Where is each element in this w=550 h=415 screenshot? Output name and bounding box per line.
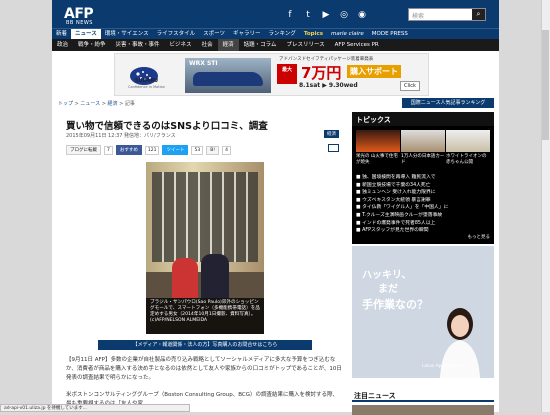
nav-item-new[interactable]: 新着 [52, 29, 71, 39]
subnav-item-society[interactable]: 社会 [197, 39, 218, 51]
rss-icon[interactable]: ◉ [356, 9, 368, 21]
site-header: AFP BB NEWS f t ▶ ◎ ◉ 検索 ⌕ [52, 0, 499, 28]
nav-item-mode-press[interactable]: MODE PRESS [368, 29, 412, 39]
ad-car-image: WRX STI [185, 58, 271, 93]
page: AFP BB NEWS f t ▶ ◎ ◉ 検索 ⌕ 新着 ニュース 環境・サイ… [52, 0, 499, 415]
bb-news-label: BB NEWS [66, 20, 93, 26]
article-meta: 2015年09月11日 12:37 発信地：パリ/フランス [66, 133, 176, 139]
photo-caption: ブラジル・サンパウロ(Sao Paulo)郊外のショッピングモールで、スマートフ… [146, 298, 264, 334]
tweet-count: 53 [191, 145, 204, 155]
nav-item-marie-claire[interactable]: marie claire [327, 29, 368, 39]
primary-nav: 新着 ニュース 環境・サイエンス ライフスタイル スポーツ ギャラリー ランキン… [52, 28, 499, 39]
facebook-icon[interactable]: f [284, 9, 296, 21]
bookmark-button[interactable]: B! [206, 145, 220, 155]
topic-item[interactable]: ■ 独ミュンヘン 受け入れ能力限界に [356, 189, 490, 197]
ad-brand: SUBARU [134, 78, 159, 84]
nav-item-lifestyle[interactable]: ライフスタイル [153, 29, 200, 39]
search-box[interactable]: 検索 ⌕ [408, 8, 486, 21]
topic-item[interactable]: ■ インドの爆発事件で死者85人以上 [356, 220, 490, 228]
breadcrumb-news[interactable]: ニュース [80, 101, 100, 107]
ad2-brand: Lotus Applications [422, 364, 464, 369]
ad2-line-3: 手作業なの？ [362, 298, 428, 311]
youtube-icon[interactable]: ▶ [320, 9, 332, 21]
blog-share-button[interactable]: ブログに転載 [66, 145, 101, 155]
sidebar-ad[interactable]: ハッキリ、 まだ 手作業なの？ Lotus Applications [352, 246, 494, 378]
ad-date: 8.1sat ▶ 9.30wed [299, 82, 358, 89]
sidebar: トピックス 栄光の 山火事で住宅が焼失 1万人分の日本語カード ホワイトライオン… [352, 112, 494, 415]
facebook-recommend-button[interactable]: おすすめ [115, 145, 142, 155]
ad-tagline: Confidence in Motion [128, 85, 165, 89]
breadcrumb-economy[interactable]: 経済 [108, 101, 118, 107]
search-input[interactable]: 検索 [412, 11, 424, 20]
subnav-item-afp-services[interactable]: AFP Services PR [330, 39, 384, 51]
subnav-item-disaster[interactable]: 災害・事故・事件 [111, 39, 165, 51]
subnav-item-conflict[interactable]: 戦争・紛争 [73, 39, 111, 51]
breadcrumb-top[interactable]: トップ [58, 101, 73, 107]
secondary-nav: 政治 戦争・紛争 災害・事故・事件 ビジネス 社会 経済 話題・コラム プレスリ… [52, 39, 499, 51]
subnav-item-column[interactable]: 話題・コラム [239, 39, 282, 51]
topic-tile-2[interactable]: 1万人分の日本語カード [401, 130, 445, 165]
topics-heading: トピックス [352, 112, 494, 126]
topic-tile-label: ホワイトライオンの赤ちゃん公開 [446, 154, 487, 165]
scrollbar-thumb[interactable] [542, 30, 549, 140]
mail-icon[interactable] [328, 144, 339, 152]
topics-list: ■ 独、国境検問を再導入 難民流入で ■ 新国立競技場で千葉の34人死亡 ■ 独… [356, 174, 490, 235]
ad2-line-2: まだ [378, 284, 398, 295]
blog-share-count: 7 [104, 145, 113, 155]
instagram-icon[interactable]: ◎ [338, 9, 350, 21]
article-title: 買い物で信頼できるのはSNSより口コミ、調査 [66, 121, 268, 132]
featured-news-image[interactable] [352, 405, 494, 415]
twitter-icon[interactable]: t [302, 9, 314, 21]
browser-status-bar: ad-api-v01.uliza.jp を待機しています... [0, 404, 190, 412]
ad2-line-1: ハッキリ、 [362, 270, 412, 281]
ad-support: 購入サポート [347, 65, 401, 78]
topic-item[interactable]: ■ 新国立競技場で千葉の34人死亡 [356, 182, 490, 190]
category-badge[interactable]: 経済 [324, 130, 339, 138]
nav-item-gallery[interactable]: ギャラリー [229, 29, 265, 39]
search-icon[interactable]: ⌕ [472, 9, 485, 20]
breadcrumb-article: 記事 [124, 101, 135, 107]
topic-item[interactable]: ■ T.クルーズ主演映画クルーが墜落事故 [356, 212, 490, 220]
subnav-item-economy[interactable]: 経済 [217, 39, 239, 51]
share-bar: ブログに転載 7 おすすめ 121 ツイート 53 B! 4 [66, 145, 231, 155]
article-photo[interactable]: ブラジル・サンパウロ(Sao Paulo)郊外のショッピングモールで、スマートフ… [146, 162, 264, 334]
nav-item-sports[interactable]: スポーツ [199, 29, 229, 39]
topic-tile-label: 1万人分の日本語カード [401, 154, 445, 165]
nav-item-topics[interactable]: Topics [300, 29, 327, 39]
subnav-item-press-release[interactable]: プレスリリース [281, 39, 329, 51]
ranking-button[interactable]: 国際ニュース人気記事ランキング [402, 98, 494, 108]
topic-item[interactable]: ■ タイ仏教「ワイグル人」を「中国人」に [356, 204, 490, 212]
nav-item-ranking[interactable]: ランキング [265, 29, 300, 39]
topic-tile-label: 栄光の 山火事で住宅が焼失 [356, 154, 398, 165]
nav-item-science[interactable]: 環境・サイエンス [101, 29, 153, 39]
topic-item[interactable]: ■ ウズベキスタン大統領 暴言謝罪 [356, 197, 490, 205]
bookmark-count: 4 [222, 145, 231, 155]
ad-click-button[interactable]: Click [400, 81, 420, 91]
ad-model: WRX STI [189, 60, 218, 67]
topic-tile-1[interactable]: 栄光の 山火事で住宅が焼失 [356, 130, 400, 165]
featured-news-heading: 注目ニュース [352, 388, 494, 402]
topics-panel: 栄光の 山火事で住宅が焼失 1万人分の日本語カード ホワイトライオンの赤ちゃん公… [352, 126, 494, 244]
photo-purchase-banner[interactable]: 【メディア・報道関係・法人の方】写真購入のお問合せはこちら [98, 340, 312, 350]
topic-tile-3[interactable]: ホワイトライオンの赤ちゃん公開 [446, 130, 490, 165]
breadcrumb: トップ > ニュース > 経済 > 記事 [58, 101, 135, 107]
ad-price: 7万円 [301, 64, 342, 82]
subaru-ad-banner[interactable]: SUBARU Confidence in Motion WRX STI アドバン… [114, 53, 429, 96]
topics-more-link[interactable]: もっと見る [468, 234, 491, 240]
topic-item[interactable]: ■ 独、国境検問を再導入 難民流入で [356, 174, 490, 182]
article-body-paragraph: 【9月11日 AFP】多数の企業が自社製品の売り込み戦略としてソーシャルメディア… [66, 357, 342, 381]
subnav-item-politics[interactable]: 政治 [52, 39, 73, 51]
ad-badge: 最大 [277, 64, 297, 84]
facebook-recommend-count: 121 [144, 145, 160, 155]
subnav-item-business[interactable]: ビジネス [165, 39, 197, 51]
nav-item-news[interactable]: ニュース [71, 29, 101, 39]
tweet-button[interactable]: ツイート [162, 145, 189, 155]
